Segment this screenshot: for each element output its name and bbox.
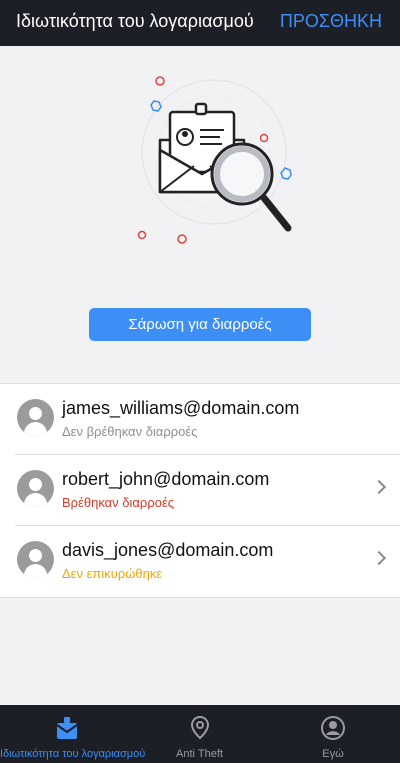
list-item[interactable]: davis_jones@domain.com Δεν επικυρώθηκε [15, 526, 400, 597]
account-privacy-icon [55, 717, 78, 739]
account-status: Δεν βρέθηκαν διαρροές [62, 424, 198, 439]
add-button[interactable]: ΠΡΟΣΘΗΚΗ [280, 11, 382, 32]
avatar [17, 399, 54, 436]
list-item[interactable]: james_williams@domain.com Δεν βρέθηκαν δ… [15, 384, 400, 455]
account-email: james_williams@domain.com [62, 398, 300, 418]
account-email: robert_john@domain.com [62, 469, 270, 489]
tab-account-privacy[interactable]: Ιδιωτικότητα του λογαριασμού [0, 705, 146, 763]
account-list: james_williams@domain.com Δεν βρέθηκαν δ… [0, 383, 400, 598]
tab-label: Anti Theft [176, 748, 223, 760]
page-title: Ιδιωτικότητα του λογαριασμού [16, 11, 254, 31]
tab-label: Ιδιωτικότητα του λογαριασμού [0, 748, 146, 760]
envelope-magnifier-icon [137, 76, 292, 244]
chevron-right-icon [371, 550, 387, 566]
profile-icon [321, 716, 345, 740]
account-status: Βρέθηκαν διαρροές [62, 495, 175, 510]
tab-me[interactable]: Εγώ [266, 705, 400, 763]
tab-bar: Ιδιωτικότητα του λογαριασμού Anti Theft … [0, 705, 400, 763]
top-bar: Ιδιωτικότητα του λογαριασμού ΠΡΟΣΘΗΚΗ [0, 0, 400, 46]
list-item[interactable]: robert_john@domain.com Βρέθηκαν διαρροές [15, 455, 400, 526]
tab-label: Εγώ [322, 748, 344, 760]
avatar [17, 541, 54, 578]
tab-anti-theft[interactable]: Anti Theft [133, 705, 266, 763]
location-pin-icon [190, 715, 209, 740]
account-email: davis_jones@domain.com [62, 540, 274, 560]
scan-for-leaks-button[interactable]: Σάρωση για διαρροές [89, 308, 311, 341]
chevron-right-icon [371, 479, 387, 495]
account-status: Δεν επικυρώθηκε [62, 566, 163, 581]
avatar [17, 470, 54, 507]
